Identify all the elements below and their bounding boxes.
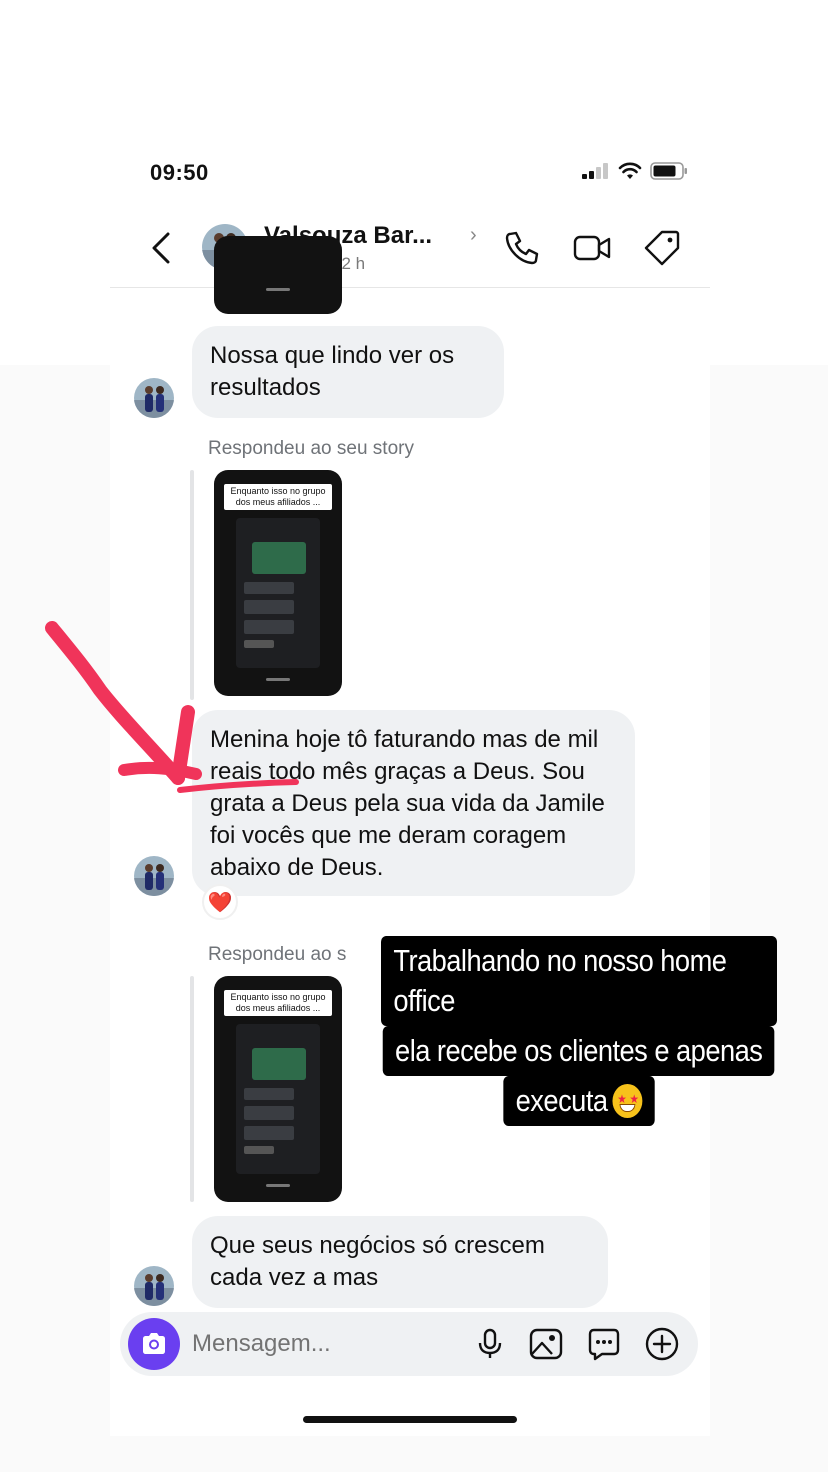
story-caption: Enquanto isso no grupo dos meus afiliado… xyxy=(224,484,332,510)
camera-icon xyxy=(143,1333,165,1354)
reply-label: Respondeu ao seu story xyxy=(208,438,414,459)
reply-line xyxy=(190,976,194,1202)
gallery-icon[interactable] xyxy=(528,1326,564,1362)
message-input[interactable] xyxy=(192,1326,452,1362)
heart-reaction-icon[interactable]: ❤️ xyxy=(202,884,238,920)
status-icons xyxy=(582,162,688,180)
reply-line xyxy=(190,470,194,700)
story-mini-screen xyxy=(236,518,320,668)
story-thumbnail-partial[interactable] xyxy=(214,236,342,314)
plus-icon[interactable] xyxy=(644,1326,680,1362)
story-caption: Enquanto isso no grupo dos meus afiliado… xyxy=(224,990,332,1016)
sticker-chat-icon[interactable] xyxy=(586,1326,622,1362)
message-bubble[interactable]: Que seus negócios só crescem cada vez a … xyxy=(192,1216,608,1308)
message-composer xyxy=(120,1312,698,1376)
phone-screenshot: 09:50 Valsouza Bar... › 2 h Nossa que li… xyxy=(110,136,710,1436)
overlay-line-text: executa xyxy=(515,1083,608,1118)
tag-icon[interactable] xyxy=(642,228,682,268)
wifi-icon xyxy=(618,162,642,179)
sender-avatar[interactable] xyxy=(134,378,174,418)
home-indicator xyxy=(303,1416,517,1423)
story-thumbnail[interactable]: Enquanto isso no grupo dos meus afiliado… xyxy=(214,976,342,1202)
story-mini-screen xyxy=(236,1024,320,1174)
back-button[interactable] xyxy=(146,228,176,268)
story-text-overlay: Trabalhando no nosso home office ela rec… xyxy=(354,936,804,1126)
status-time: 09:50 xyxy=(150,160,209,185)
camera-button[interactable] xyxy=(128,1318,180,1370)
message-bubble[interactable]: Menina hoje tô faturando mas de mil reai… xyxy=(192,710,635,896)
message-bubble[interactable]: Nossa que lindo ver os resultados xyxy=(192,326,504,418)
sender-avatar[interactable] xyxy=(134,1266,174,1306)
overlay-line: ela recebe os clientes e apenas xyxy=(383,1026,775,1076)
signal-icon xyxy=(582,163,608,179)
microphone-icon[interactable] xyxy=(472,1326,508,1362)
video-call-icon[interactable] xyxy=(572,228,612,268)
sender-avatar[interactable] xyxy=(134,856,174,896)
battery-icon xyxy=(650,162,687,180)
chat-header: Valsouza Bar... › Online há 2 h xyxy=(110,208,710,288)
chevron-right-icon: › xyxy=(470,224,477,246)
star-struck-emoji-icon: ★ ★ xyxy=(612,1084,643,1118)
overlay-line: Trabalhando no nosso home office xyxy=(381,936,777,1026)
overlay-line-last: executa ★ ★ xyxy=(503,1076,655,1126)
story-thumbnail[interactable]: Enquanto isso no grupo dos meus afiliado… xyxy=(214,470,342,696)
reply-label: Respondeu ao s xyxy=(208,944,347,965)
phone-icon[interactable] xyxy=(502,228,542,268)
